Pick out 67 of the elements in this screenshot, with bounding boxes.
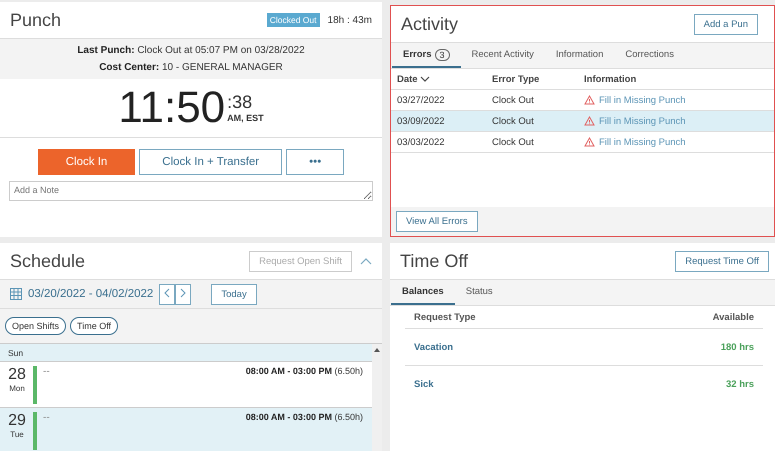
action-button[interactable]: ••• (286, 149, 344, 175)
table-cell-text: Clock Out (492, 116, 535, 126)
table-cell-text: Clock Out (492, 136, 535, 148)
panel-title: Punch (10, 10, 62, 30)
request-type-link[interactable]: Vacation (414, 342, 454, 352)
shift-hours: 08:00 AM - 03:00 PM (6.50h) (246, 366, 364, 378)
last-punch-text: Last Punch: Clock Out at 05:07 PM on 03/28/2022 (76, 44, 306, 58)
shift-hours: 08:00 AM - 03:00 PM (6.50h) (246, 412, 364, 424)
request-time-off-button[interactable]: Request Time Off (675, 250, 769, 272)
table-cell-text: 03/27/2022 (397, 94, 446, 106)
panel-title: Activity (401, 14, 460, 34)
request-type-link[interactable]: Sick (414, 378, 434, 390)
scroll-up-icon[interactable] (374, 348, 380, 352)
day-number: 28 (8, 366, 26, 384)
filter-chip[interactable]: Open Shifts (5, 317, 66, 335)
calendar-icon (10, 288, 22, 300)
available-hours: 32 hrs (726, 378, 754, 390)
tab[interactable]: Balances (391, 280, 455, 305)
chevron-left-icon (164, 288, 170, 298)
shift-bar (33, 366, 37, 404)
column-header: Error Type (492, 74, 540, 84)
table-row[interactable]: 03/09/2022 Clock Out Fill in Missing Punch (391, 111, 774, 132)
time-zone: AM, EST (227, 114, 264, 123)
warning-icon (584, 116, 595, 126)
filter-chip[interactable]: Time Off (70, 317, 118, 335)
column-header: Available (712, 312, 754, 322)
tab[interactable]: Status (454, 280, 504, 305)
today-button[interactable]: Today (211, 284, 257, 304)
tab[interactable]: Errors 3 (392, 43, 461, 68)
day-number: 29 (8, 412, 26, 430)
collapse-icon[interactable] (360, 257, 372, 265)
available-hours: 180 hrs (720, 342, 754, 352)
warning-icon (584, 95, 595, 105)
table-row[interactable]: 03/03/2022 Clock Out Fill in Missing Punch (391, 132, 774, 153)
table-cell-text: Clock Out (492, 94, 535, 106)
weekday-label: Tue (10, 430, 24, 439)
chevron-icon (420, 76, 430, 82)
previous-button[interactable] (159, 284, 176, 304)
action-button[interactable]: Clock In + Transfer (139, 149, 282, 175)
next-button[interactable] (175, 284, 192, 304)
elapsed-time: 18h : 43m (328, 14, 372, 26)
panel-title: Time Off (400, 250, 470, 272)
clock-seconds: :38 (227, 93, 254, 111)
view-all-errors-button[interactable]: View All Errors (396, 211, 478, 232)
weekday-label: Mon (9, 384, 25, 393)
tab[interactable]: Corrections (614, 43, 685, 68)
shift-bar (33, 412, 37, 450)
shift-note: -- (43, 412, 51, 425)
chevron-right-icon (180, 288, 186, 298)
shift-note: -- (43, 366, 51, 379)
column-header: Information (584, 74, 638, 84)
table-cell-text: 03/09/2022 (397, 116, 446, 126)
date-range: 03/20/2022 - 04/02/2022 (28, 288, 154, 300)
cost-center-text: Cost Center: 10 - GENERAL MANAGER (98, 61, 284, 75)
table-cell-text: 03/03/2022 (397, 136, 446, 148)
note-field[interactable]: Add a Note (9, 181, 373, 201)
warning-icon (584, 137, 595, 147)
tab[interactable]: Information (544, 43, 614, 68)
status-badge: Clocked Out (266, 13, 320, 27)
day-row[interactable]: 29 Tue -- 08:00 AM - 03:00 PM (6.50h) (0, 408, 372, 451)
tab[interactable]: Recent Activity (460, 43, 545, 68)
column-header: Request Type (414, 312, 476, 322)
add-punch-button[interactable]: Add a Pun (694, 14, 758, 34)
panel-title: Schedule (10, 250, 86, 272)
column-header[interactable]: Date (397, 74, 492, 84)
weekday-label: Sun (8, 348, 24, 358)
clock-time: 11:50 (118, 83, 226, 133)
